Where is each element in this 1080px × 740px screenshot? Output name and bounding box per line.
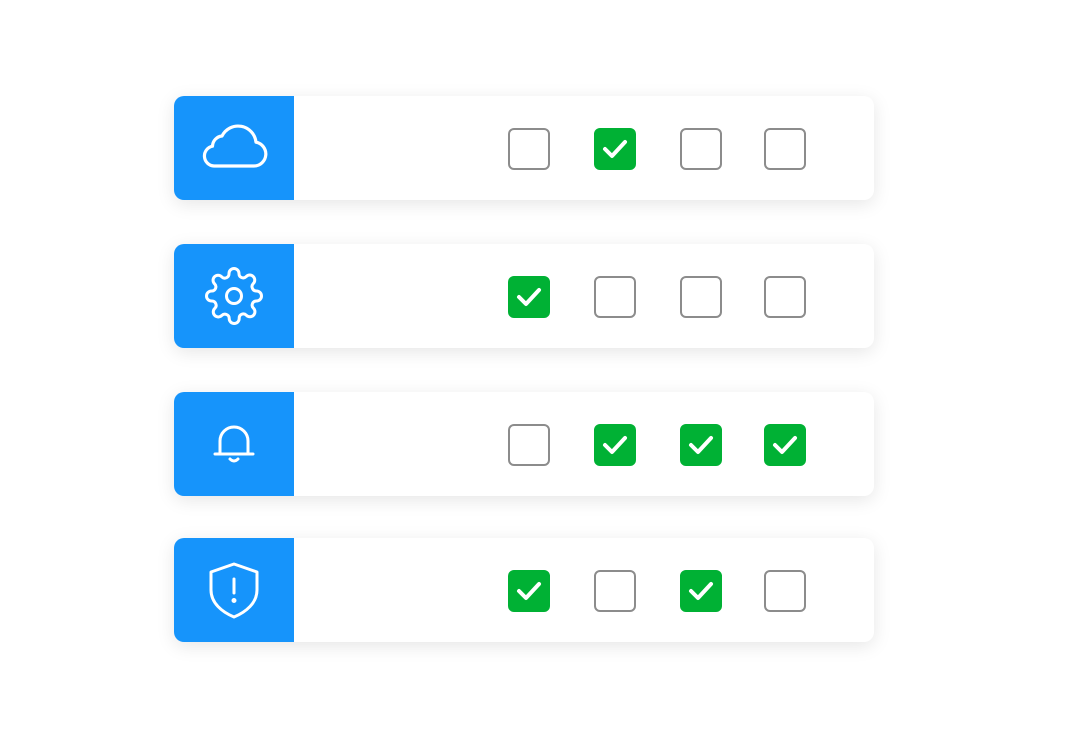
checkbox[interactable] [594, 424, 636, 466]
checkmark-icon [689, 582, 713, 600]
gear-icon [205, 267, 263, 325]
checkmark-icon [517, 288, 541, 306]
checkbox[interactable] [508, 424, 550, 466]
settings-row-gear [174, 244, 874, 348]
icon-panel [174, 244, 294, 348]
settings-row-cloud [174, 96, 874, 200]
checkbox[interactable] [764, 128, 806, 170]
checkmark-icon [603, 140, 627, 158]
checkmark-icon [517, 582, 541, 600]
bell-icon [213, 425, 255, 463]
checkmark-icon [603, 436, 627, 454]
checkbox[interactable] [594, 128, 636, 170]
checkbox[interactable] [680, 570, 722, 612]
settings-row-bell [174, 392, 874, 496]
checkbox[interactable] [508, 128, 550, 170]
icon-panel [174, 392, 294, 496]
checkbox[interactable] [764, 276, 806, 318]
checkbox[interactable] [764, 424, 806, 466]
settings-row-shield [174, 538, 874, 642]
shield-alert-icon [209, 562, 259, 619]
checkbox[interactable] [680, 128, 722, 170]
checkbox[interactable] [764, 570, 806, 612]
checkbox[interactable] [680, 276, 722, 318]
cloud-icon [202, 124, 268, 168]
checkmark-icon [689, 436, 713, 454]
icon-panel [174, 538, 294, 642]
checkbox[interactable] [680, 424, 722, 466]
checkbox[interactable] [508, 570, 550, 612]
checkmark-icon [773, 436, 797, 454]
checkbox[interactable] [594, 276, 636, 318]
icon-panel [174, 96, 294, 200]
checkbox[interactable] [594, 570, 636, 612]
checkbox[interactable] [508, 276, 550, 318]
